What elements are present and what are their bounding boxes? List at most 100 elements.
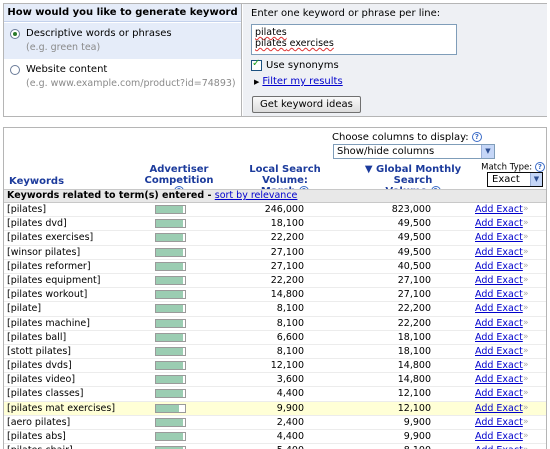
add-exact-link[interactable]: Add Exact [475,260,523,273]
chevron-down-icon[interactable]: » [523,444,529,449]
use-synonyms-checkbox[interactable] [251,58,262,71]
section-label: Keywords related to term(s) entered [7,190,205,201]
keyword-cell: [pilates ball] [7,331,67,343]
chevron-down-icon[interactable]: » [523,373,529,386]
chevron-down-icon[interactable]: » [523,359,529,372]
descriptive-words-label: Descriptive words or phrases [26,28,172,39]
chevron-down-icon[interactable]: » [523,387,529,400]
keyword-cell: [pilates abs] [7,431,66,442]
chevron-down-icon[interactable]: » [523,274,529,287]
keyword-cell: [pilates workout] [7,289,88,301]
chevron-down-icon[interactable]: » [523,430,529,443]
local-volume-cell: 4,400 [276,431,304,442]
chevron-down-icon[interactable]: » [523,416,529,429]
website-content-radio[interactable] [10,65,20,75]
table-row: [pilates machine] 8,100 22,200 Add Exact» [4,317,546,331]
keyword-line-rest: exercises [286,38,334,49]
add-exact-link[interactable]: Add Exact [475,387,523,400]
competition-bar-fill [156,362,183,370]
add-exact-link[interactable]: Add Exact [475,430,523,443]
competition-bar-fill [156,404,180,412]
option-descriptive-words[interactable]: Descriptive words or phrases (e.g. green… [4,23,241,59]
add-exact-link[interactable]: Add Exact [475,288,523,301]
chevron-down-icon[interactable]: » [523,231,529,244]
local-volume-cell: 27,100 [270,246,304,258]
help-icon[interactable]: ? [471,132,482,142]
help-icon[interactable]: ? [534,162,545,172]
chevron-down-icon[interactable]: ▼ [481,145,494,158]
chevron-down-icon[interactable]: » [523,288,529,301]
table-row: [pilates abs] 4,400 9,900 Add Exact» [4,430,546,445]
keyword-cell: [pilates classes] [7,388,84,400]
descriptive-words-radio[interactable] [10,29,20,39]
add-exact-link[interactable]: Add Exact [475,402,523,415]
keyword-cell: [pilates exercises] [7,232,94,244]
match-type-value: Exact [492,174,520,185]
keyword-cell: [pilates reformer] [7,260,91,272]
competition-bar [155,233,186,243]
global-volume-cell: 14,800 [397,360,431,372]
chevron-down-icon[interactable]: » [523,331,529,344]
descriptive-words-hint: (e.g. green tea) [26,42,101,53]
global-volume-cell: 823,000 [391,204,431,215]
add-exact-link[interactable]: Add Exact [475,317,523,330]
chevron-down-icon[interactable]: » [523,345,529,358]
competition-bar [155,332,186,342]
global-volume-cell: 40,500 [397,260,431,272]
chevron-down-icon[interactable]: ▼ [530,173,542,186]
section-separator: - [204,190,215,201]
local-volume-cell: 22,200 [270,274,304,286]
filter-my-results[interactable]: ▶ Filter my results [254,76,343,87]
keywords-column-header[interactable]: Keywords [9,176,64,187]
local-volume-cell: 5,400 [277,444,304,449]
advertiser-header-line2: Competition [144,175,214,186]
sort-by-relevance-link[interactable]: sort by relevance [215,190,298,201]
match-type-text: Match Type: [481,162,533,173]
add-exact-link[interactable]: Add Exact [475,246,523,259]
add-exact-link[interactable]: Add Exact [475,302,523,315]
competition-bar [155,318,186,328]
chevron-down-icon[interactable]: » [523,302,529,315]
competition-bar-fill [156,418,183,426]
table-row: [pilates dvds] 12,100 14,800 Add Exact» [4,359,546,374]
competition-bar-fill [156,206,183,213]
show-hide-columns-select[interactable]: Show/hide columns ▼ [333,144,495,159]
table-row: [pilates equipment] 22,200 27,100 Add Exact… [4,274,546,289]
competition-bar [155,375,186,385]
chevron-down-icon[interactable]: » [523,317,529,330]
chevron-down-icon[interactable]: » [523,203,529,216]
competition-bar-fill [156,248,183,256]
competition-bar-fill [156,319,183,327]
chevron-down-icon[interactable]: » [523,402,529,415]
add-exact-link[interactable]: Add Exact [475,274,523,287]
keyword-cell: [pilates dvds] [7,360,72,372]
add-exact-link[interactable]: Add Exact [475,203,523,216]
competition-bar [155,432,186,441]
add-exact-link[interactable]: Add Exact [475,217,523,230]
keyword-line: pilates exercises [255,38,453,49]
add-exact-link[interactable]: Add Exact [475,231,523,244]
add-exact-link[interactable]: Add Exact [475,345,523,358]
website-content-hint: (e.g. www.example.com/product?id=74893) [26,78,236,89]
global-volume-cell: 22,200 [397,317,431,329]
keywords-textarea[interactable]: pilates pilates exercises [251,24,457,55]
option-website-content[interactable]: Website content (e.g. www.example.com/pr… [4,59,241,116]
get-keyword-ideas-button[interactable]: Get keyword ideas [252,96,361,113]
add-exact-link[interactable]: Add Exact [475,444,523,449]
global-volume-cell: 27,100 [397,274,431,286]
show-hide-columns-value: Show/hide columns [337,146,435,157]
chevron-down-icon[interactable]: » [523,217,529,230]
chevron-down-icon[interactable]: » [523,246,529,259]
filter-my-results-link[interactable]: Filter my results [262,76,342,87]
add-exact-link[interactable]: Add Exact [475,359,523,372]
competition-bar-fill [156,305,183,313]
local-volume-cell: 246,000 [264,204,304,215]
chevron-down-icon[interactable]: » [523,260,529,273]
keyword-cell: [pilates] [7,204,47,215]
add-exact-link[interactable]: Add Exact [475,331,523,344]
match-type-select[interactable]: Exact ▼ [487,172,543,187]
add-exact-link[interactable]: Add Exact [475,416,523,429]
table-row: [winsor pilates] 27,100 49,500 Add Exact» [4,246,546,260]
keyword-rows: [pilates] 246,000 823,000 Add Exact» [pilate… [4,203,546,449]
add-exact-link[interactable]: Add Exact [475,373,523,386]
